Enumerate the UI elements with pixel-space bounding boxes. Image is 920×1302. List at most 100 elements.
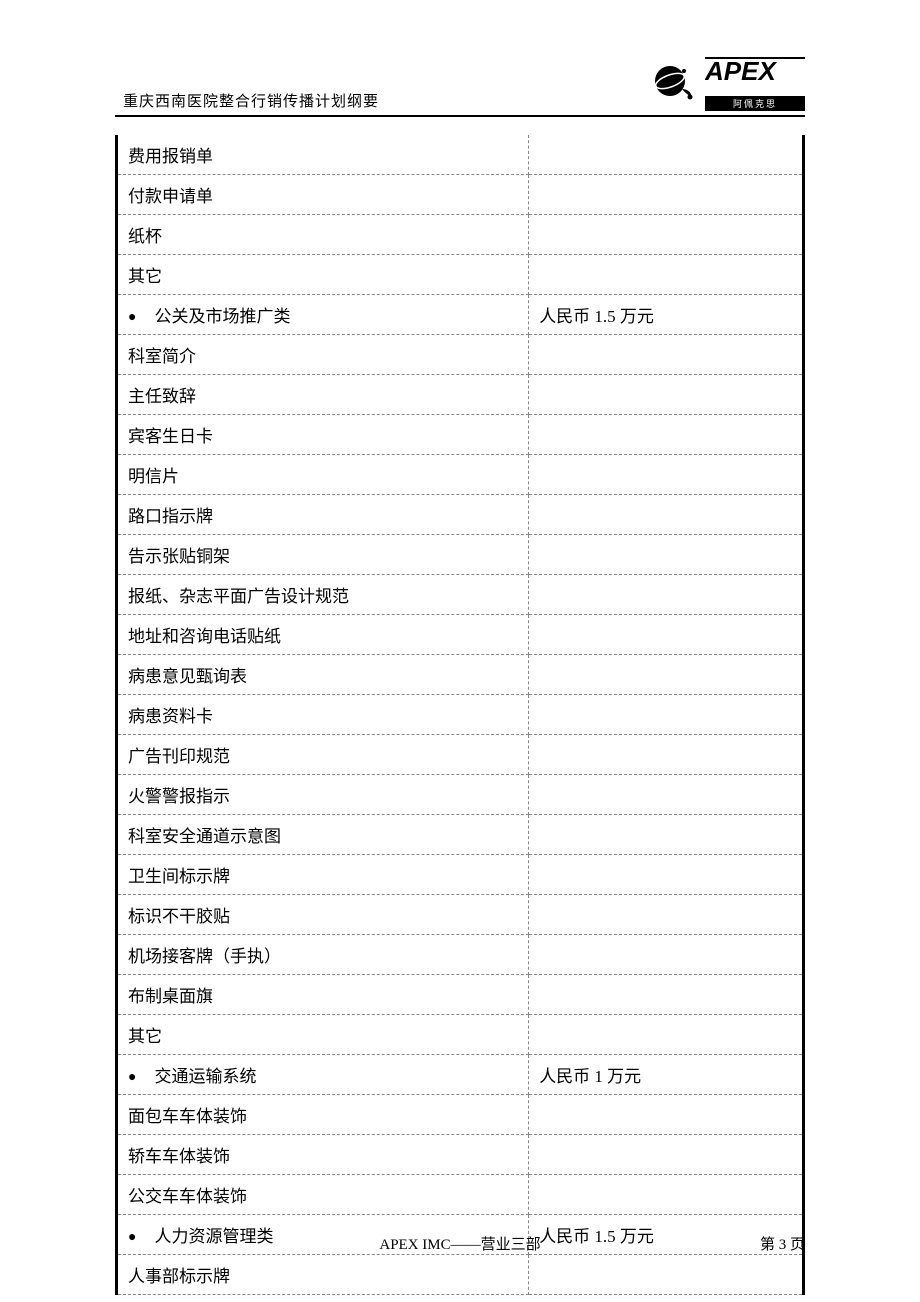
table-row: 人事部标示牌 [117,1255,804,1295]
item-cell: 其它 [117,1015,529,1055]
globe-logo-icon [652,61,697,101]
header-title: 重庆西南医院整合行销传播计划纲要 [115,90,379,111]
table-row: 火警警报指示 [117,775,804,815]
table-row: 轿车车体装饰 [117,1135,804,1175]
item-label: 火警警报指示 [128,787,230,806]
budget-table: 费用报销单付款申请单纸杯其它 ●公关及市场推广类人民币 1.5 万元科室简介主任致… [115,135,805,1295]
item-label: 病患意见甄询表 [128,667,247,686]
item-cell: 纸杯 [117,215,529,255]
item-label: 卫生间标示牌 [128,867,230,886]
item-cell: 路口指示牌 [117,495,529,535]
item-cell: 地址和咨询电话贴纸 [117,615,529,655]
table-row: 标识不干胶贴 [117,895,804,935]
value-cell [529,1135,804,1175]
svg-text:APEX: APEX [705,56,777,86]
value-cell [529,535,804,575]
value-cell [529,335,804,375]
table-row: 路口指示牌 [117,495,804,535]
value-cell [529,575,804,615]
item-label: 告示张贴铜架 [128,547,230,566]
item-cell: 公交车车体装饰 [117,1175,529,1215]
value-cell [529,975,804,1015]
item-label: 明信片 [128,467,179,486]
table-row: 布制桌面旗 [117,975,804,1015]
table-row: ●公关及市场推广类人民币 1.5 万元 [117,295,804,335]
item-label: 其它 [128,1027,162,1046]
item-cell: 卫生间标示牌 [117,855,529,895]
value-cell: 人民币 1 万元 [529,1055,804,1095]
item-cell: 告示张贴铜架 [117,535,529,575]
value-cell [529,895,804,935]
table-row: 报纸、杂志平面广告设计规范 [117,575,804,615]
value-cell [529,935,804,975]
table-row: 科室简介 [117,335,804,375]
item-cell: 病患意见甄询表 [117,655,529,695]
item-label: 主任致辞 [128,387,196,406]
item-cell: 宾客生日卡 [117,415,529,455]
value-cell [529,815,804,855]
table-row: 病患资料卡 [117,695,804,735]
item-cell: 火警警报指示 [117,775,529,815]
item-cell: 机场接客牌（手执） [117,935,529,975]
value-cell [529,215,804,255]
item-label: 其它 [128,267,162,286]
header-logos: APEX 阿佩克思 [652,50,805,111]
value-cell [529,495,804,535]
table-row: 其它 [117,1015,804,1055]
item-label: 人事部标示牌 [128,1267,230,1286]
apex-logo-subtitle: 阿佩克思 [705,96,805,111]
value-cell [529,1015,804,1055]
value-cell [529,655,804,695]
value-cell [529,855,804,895]
item-cell: 明信片 [117,455,529,495]
table-row: 宾客生日卡 [117,415,804,455]
item-cell: 科室简介 [117,335,529,375]
bullet-icon: ● [128,1070,136,1086]
item-label: 面包车车体装饰 [128,1107,247,1126]
item-label: 费用报销单 [128,147,213,166]
item-cell: 广告刊印规范 [117,735,529,775]
item-cell: ●公关及市场推广类 [117,295,529,335]
value-cell [529,255,804,295]
table-row: 卫生间标示牌 [117,855,804,895]
table-row: 告示张贴铜架 [117,535,804,575]
table-row: 机场接客牌（手执） [117,935,804,975]
value-cell [529,135,804,175]
item-label: 交通运输系统 [154,1067,256,1086]
item-cell: 标识不干胶贴 [117,895,529,935]
item-cell: 人事部标示牌 [117,1255,529,1295]
value-cell [529,775,804,815]
item-label: 路口指示牌 [128,507,213,526]
value-cell [529,455,804,495]
table-row: 付款申请单 [117,175,804,215]
page-header: 重庆西南医院整合行销传播计划纲要 APEX 阿佩克思 [115,50,805,117]
page-footer: APEX IMC——营业三部 第 3 页 [115,1233,805,1254]
item-label: 科室简介 [128,347,196,366]
value-cell: 人民币 1.5 万元 [529,295,804,335]
value-cell [529,695,804,735]
value-cell [529,1255,804,1295]
item-label: 付款申请单 [128,187,213,206]
apex-logo-icon: APEX [705,50,805,90]
table-row: 科室安全通道示意图 [117,815,804,855]
table-row: 主任致辞 [117,375,804,415]
table-row: ● 交通运输系统 人民币 1 万元 [117,1055,804,1095]
item-label: 宾客生日卡 [128,427,213,446]
value-cell [529,415,804,455]
apex-logo: APEX 阿佩克思 [705,50,805,111]
value-cell [529,1095,804,1135]
item-cell: 报纸、杂志平面广告设计规范 [117,575,529,615]
table-row: 明信片 [117,455,804,495]
item-cell: 病患资料卡 [117,695,529,735]
item-cell: ● 交通运输系统 [117,1055,529,1095]
table-row: 公交车车体装饰 [117,1175,804,1215]
item-label: 轿车车体装饰 [128,1147,230,1166]
item-label: 地址和咨询电话贴纸 [128,627,281,646]
value-cell [529,735,804,775]
item-cell: 面包车车体装饰 [117,1095,529,1135]
item-label: 纸杯 [128,227,162,246]
item-label: 病患资料卡 [128,707,213,726]
table-row: 纸杯 [117,215,804,255]
item-label: 机场接客牌（手执） [128,947,281,966]
table-row: 广告刊印规范 [117,735,804,775]
